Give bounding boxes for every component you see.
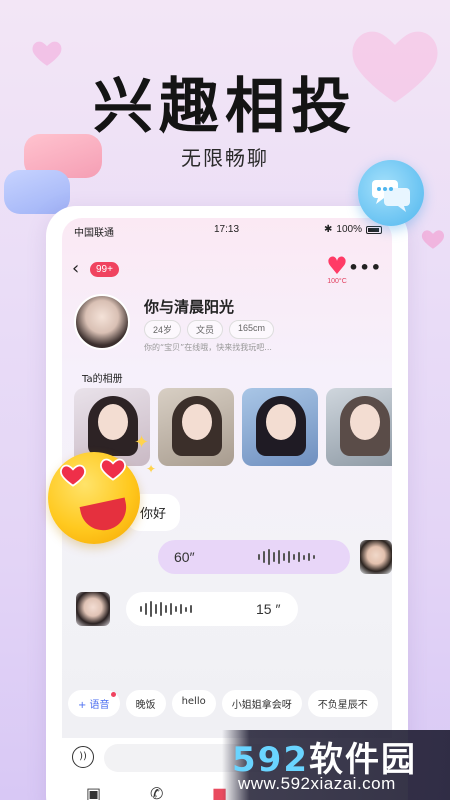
quick-reply-item[interactable]: 不负星辰不	[307, 690, 378, 717]
quick-reply-item[interactable]: 小姐姐拿会呀	[221, 690, 302, 717]
quick-reply-voice-label: + 语音	[78, 700, 110, 711]
quick-reply-bar: + 语音 晚饭 hello 小姐姐拿会呀 不负星辰不	[68, 690, 378, 717]
unread-badge: 99+	[90, 262, 119, 277]
bluetooth-icon: ✱	[324, 224, 333, 235]
site-watermark: 592软件园 www.592xiazai.com	[222, 730, 450, 800]
image-icon[interactable]: ▣	[86, 784, 101, 800]
album-title: Ta的相册	[82, 374, 123, 385]
tag-age: 24岁	[144, 320, 182, 339]
heart-eye-icon	[100, 458, 126, 481]
watermark-url: www.592xiazai.com	[238, 774, 396, 793]
top-nav: ‹ 99+ ♥ 100°C •••	[62, 254, 392, 285]
tag-height: 165cm	[229, 320, 275, 339]
voice-wave-icon	[258, 549, 315, 565]
album-photo[interactable]	[242, 388, 318, 466]
status-bar: 中国联通 17:13 ✱ 100%	[62, 218, 392, 242]
profile-card: 你与清晨阳光 24岁 文员 165cm 你的“宝贝”在线哦，快来找我玩吧...	[74, 294, 384, 364]
outgoing-voice-message[interactable]: 60″	[158, 540, 350, 574]
profile-description: 你的“宝贝”在线哦，快来找我玩吧...	[144, 343, 272, 352]
back-icon[interactable]: ‹	[72, 258, 79, 279]
voice-length: 60″	[174, 549, 195, 565]
clock: 17:13	[214, 224, 240, 235]
new-dot	[110, 692, 116, 697]
my-avatar[interactable]	[360, 540, 392, 574]
carrier-label: 中国联通	[74, 228, 114, 239]
voice-length: 15 ″	[256, 601, 281, 617]
tag-job: 文员	[187, 320, 224, 339]
battery-icon	[366, 225, 382, 234]
phone-icon[interactable]: ✆	[150, 784, 163, 800]
chat-bubbles-glyph	[372, 180, 410, 212]
partner-avatar[interactable]	[76, 592, 110, 626]
quick-reply-voice[interactable]: + 语音	[68, 690, 120, 717]
incoming-voice-message[interactable]: 15 ″	[126, 592, 298, 626]
mic-icon[interactable]: ))	[72, 746, 94, 768]
sparkle-icon: ✦	[146, 462, 157, 476]
heart-deco-icon	[421, 230, 445, 249]
profile-name: 你与清晨阳光	[144, 298, 235, 316]
emoji-mouth	[79, 497, 131, 535]
chat-bubble-deco	[4, 170, 70, 214]
profile-avatar[interactable]	[74, 294, 130, 350]
heart-eye-icon	[60, 464, 86, 487]
promo-headline: 兴趣相投	[93, 72, 357, 142]
voice-wave-icon	[140, 601, 192, 617]
chat-bubbles-icon	[358, 160, 424, 226]
sparkle-icon: ✦	[134, 432, 150, 453]
emoji-heart-eyes-icon	[48, 452, 140, 544]
album-photo[interactable]	[326, 388, 392, 466]
more-icon[interactable]: •••	[348, 258, 382, 277]
quick-reply-item[interactable]: 晚饭	[125, 690, 166, 717]
profile-tags: 24岁 文员 165cm	[144, 320, 275, 339]
album-photo[interactable]	[158, 388, 234, 466]
photo-album	[74, 388, 392, 466]
quick-reply-item[interactable]: hello	[171, 690, 216, 717]
